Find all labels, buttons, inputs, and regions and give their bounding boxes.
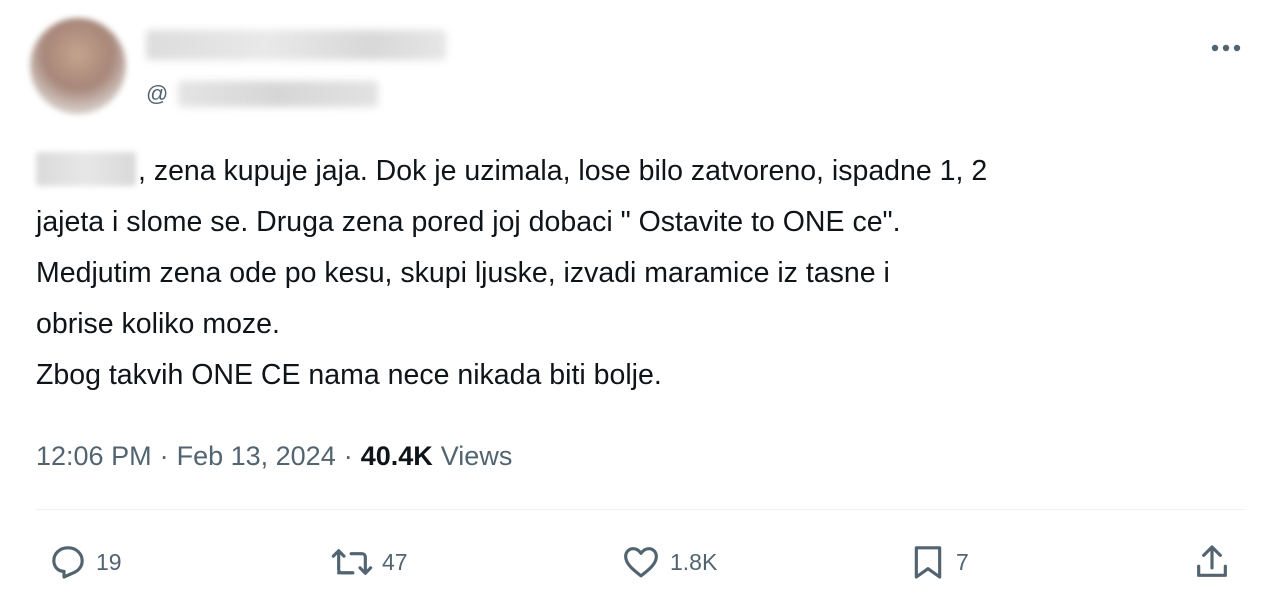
avatar[interactable] xyxy=(30,18,126,114)
views-label: Views xyxy=(440,440,513,471)
handle-prefix: @ xyxy=(146,81,169,106)
tweet-text-rest: jajeta i slome se. Druga zena pored joj … xyxy=(36,206,901,391)
repost-button[interactable]: 47 xyxy=(330,540,408,584)
tweet-meta: 12:06 PM · Feb 13, 2024 · 40.4K Views xyxy=(36,436,512,476)
display-name-redacted[interactable] xyxy=(146,30,446,60)
bookmark-icon xyxy=(914,546,942,579)
reply-button[interactable]: 19 xyxy=(48,540,122,584)
handle-redacted xyxy=(178,81,379,107)
like-count: 1.8K xyxy=(670,548,718,575)
user-handle[interactable]: @ xyxy=(146,78,379,110)
tweet-text: , zena kupuje jaja. Dok je uzimala, lose… xyxy=(36,146,1256,401)
repost-arrows-icon xyxy=(331,549,373,575)
reply-bubble-icon xyxy=(52,546,84,579)
like-button[interactable]: 1.8K xyxy=(620,540,717,584)
tweet-text-line-1: , zena kupuje jaja. Dok je uzimala, lose… xyxy=(138,155,988,187)
share-button[interactable] xyxy=(1192,540,1232,584)
post-date[interactable]: Feb 13, 2024 xyxy=(177,441,336,472)
bookmark-button[interactable]: 7 xyxy=(908,540,969,584)
views-count: 40.4K xyxy=(360,440,433,471)
reply-count: 19 xyxy=(96,548,122,575)
meta-separator: · xyxy=(343,440,353,471)
share-upload-icon xyxy=(1197,545,1227,577)
post-time[interactable]: 12:06 PM xyxy=(36,441,152,472)
tweet-card: @ , zena kupuje jaja. Dok je uzimala, lo… xyxy=(0,0,1280,611)
more-options-button[interactable] xyxy=(1204,34,1248,62)
redacted-text xyxy=(36,152,136,186)
more-horizontal-icon xyxy=(1211,44,1241,52)
bookmark-count: 7 xyxy=(956,548,969,575)
meta-separator: · xyxy=(159,440,169,471)
heart-icon xyxy=(624,547,658,578)
divider xyxy=(36,509,1246,510)
repost-count: 47 xyxy=(382,548,408,575)
